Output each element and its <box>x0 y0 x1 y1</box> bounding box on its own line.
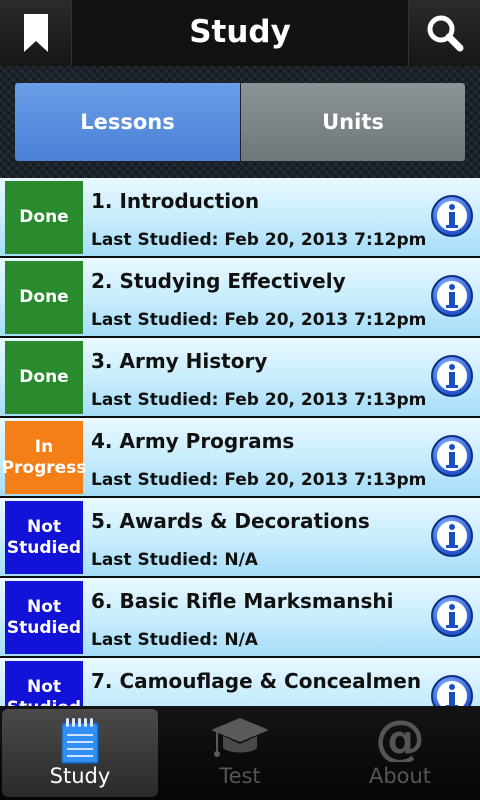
lesson-row[interactable]: Done 2. Studying Effectively Last Studie… <box>0 258 480 338</box>
info-icon[interactable] <box>430 434 474 478</box>
lesson-row[interactable]: Not Studied 5. Awards & Decorations Last… <box>0 498 480 578</box>
svg-text:@: @ <box>375 714 425 762</box>
status-badge: Done <box>5 261 83 334</box>
segment-area: Lessons Units <box>0 66 480 178</box>
info-icon[interactable] <box>430 514 474 558</box>
graduation-cap-icon <box>211 718 269 757</box>
bookmark-icon <box>23 14 48 52</box>
at-sign-icon: @ <box>375 714 425 762</box>
lesson-title: 1. Introduction <box>91 189 260 213</box>
tab-bar: Study Test @ About <box>0 706 480 800</box>
tab-about[interactable]: @ About <box>320 706 480 800</box>
status-badge: Done <box>5 181 83 254</box>
status-badge: Not Studied <box>5 661 83 708</box>
lesson-row[interactable]: Not Studied 7. Camouflage & Concealmen <box>0 658 480 708</box>
lesson-title: 4. Army Programs <box>91 429 295 453</box>
header-bar: Study <box>0 0 480 66</box>
info-icon[interactable] <box>430 674 474 708</box>
lesson-title: 3. Army History <box>91 349 268 373</box>
search-icon <box>427 15 463 52</box>
last-studied: Last Studied: Feb 20, 2013 7:12pm <box>91 310 427 330</box>
tab-label: Test <box>219 764 261 788</box>
lesson-list[interactable]: Done 1. Introduction Last Studied: Feb 2… <box>0 178 480 708</box>
info-icon[interactable] <box>430 274 474 318</box>
status-badge: Done <box>5 341 83 414</box>
tab-label: About <box>368 764 432 788</box>
tab-label: Study <box>49 764 111 788</box>
lesson-row[interactable]: Not Studied 6. Basic Rifle Marksmanshi L… <box>0 578 480 658</box>
lesson-title: 5. Awards & Decorations <box>91 509 370 533</box>
segment-units[interactable]: Units <box>241 83 465 161</box>
notepad-icon <box>61 718 99 764</box>
last-studied: Last Studied: N/A <box>91 550 258 570</box>
info-icon[interactable] <box>430 194 474 238</box>
lesson-row[interactable]: Done 3. Army History Last Studied: Feb 2… <box>0 338 480 418</box>
lesson-row[interactable]: Done 1. Introduction Last Studied: Feb 2… <box>0 178 480 258</box>
lesson-title: 2. Studying Effectively <box>91 269 346 293</box>
status-badge: Not Studied <box>5 501 83 574</box>
lesson-row[interactable]: In Progress 4. Army Programs Last Studie… <box>0 418 480 498</box>
page-title: Study <box>189 14 291 50</box>
tab-study[interactable]: Study <box>2 709 158 797</box>
lesson-title: 7. Camouflage & Concealmen <box>91 669 422 693</box>
last-studied: Last Studied: Feb 20, 2013 7:13pm <box>91 390 427 410</box>
status-badge: Not Studied <box>5 581 83 654</box>
segment-lessons[interactable]: Lessons <box>15 83 240 161</box>
info-icon[interactable] <box>430 354 474 398</box>
bookmark-button[interactable] <box>0 0 72 66</box>
info-icon[interactable] <box>430 594 474 638</box>
lesson-title: 6. Basic Rifle Marksmanshi <box>91 589 394 613</box>
last-studied: Last Studied: Feb 20, 2013 7:13pm <box>91 470 427 490</box>
tab-test[interactable]: Test <box>160 706 320 800</box>
status-badge: In Progress <box>2 421 86 494</box>
search-button[interactable] <box>408 0 480 66</box>
last-studied: Last Studied: N/A <box>91 630 258 650</box>
last-studied: Last Studied: Feb 20, 2013 7:12pm <box>91 230 427 250</box>
